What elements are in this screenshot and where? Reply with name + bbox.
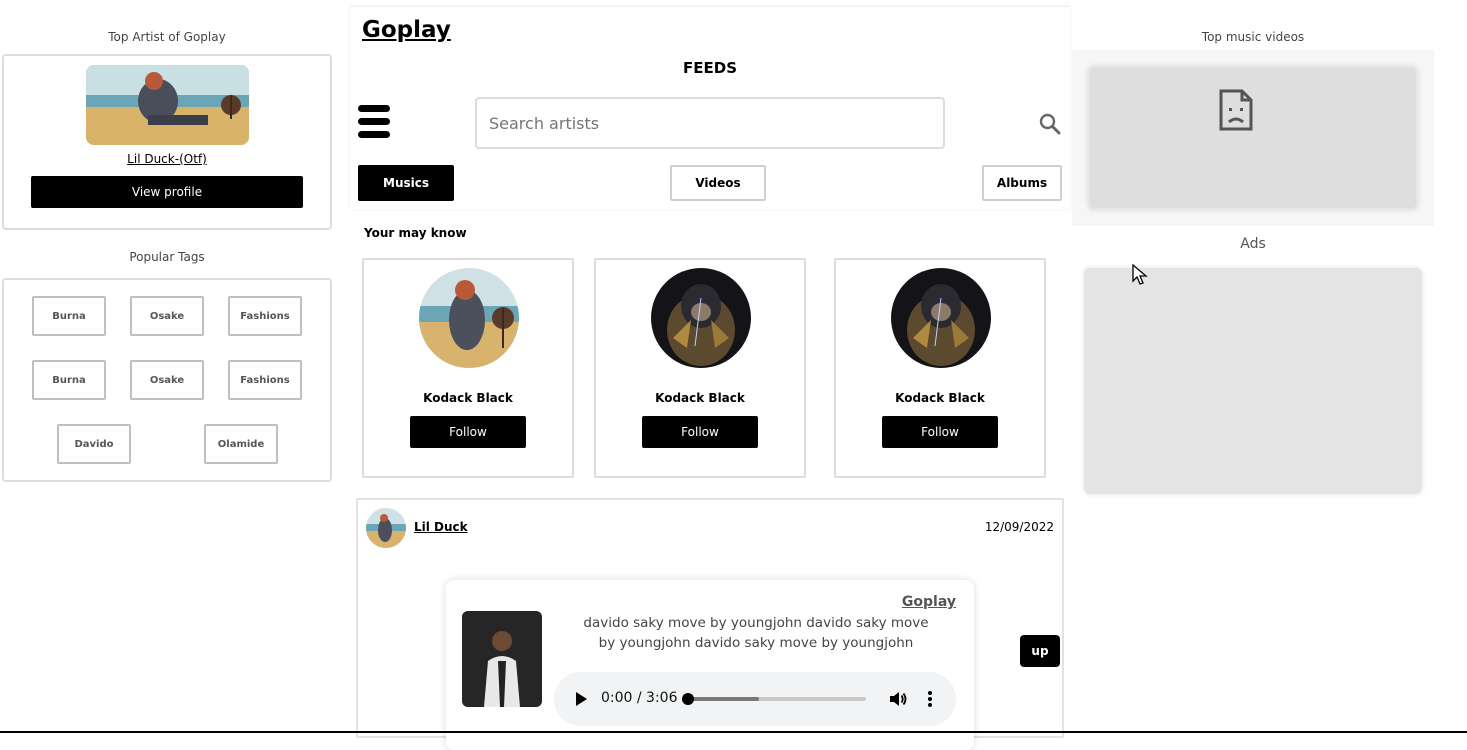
avatar — [651, 268, 751, 368]
tag-osake[interactable]: Osake — [130, 296, 204, 336]
person-name: Kodack Black — [423, 391, 513, 405]
tab-albums[interactable]: Albums — [982, 165, 1062, 201]
post-card: Lil Duck 12/09/2022 Goplay davido saky m… — [356, 498, 1064, 750]
tag-fashions[interactable]: Fashions — [228, 296, 302, 336]
post-date: 12/09/2022 — [984, 520, 1054, 534]
brand-link[interactable]: Goplay — [362, 17, 451, 43]
avatar — [419, 268, 519, 368]
top-artist-title: Top Artist of Goplay — [108, 30, 226, 44]
scroll-up-button[interactable]: up — [1020, 635, 1060, 667]
audio-player: 0:00 / 3:06 — [554, 672, 956, 726]
album-cover-image — [462, 611, 542, 707]
avatar — [891, 268, 991, 368]
track-description: davido saky move by youngjohn davido sak… — [583, 615, 929, 651]
suggestion-card: Kodack Black Follow — [834, 258, 1046, 478]
volume-icon[interactable] — [888, 689, 908, 709]
tag-davido[interactable]: Davido — [57, 424, 131, 464]
music-player-card: Goplay davido saky move by youngjohn dav… — [446, 580, 974, 750]
top-artist-image — [86, 65, 249, 145]
top-artist-name-link[interactable]: Lil Duck-(Otf) — [4, 152, 330, 166]
tab-musics[interactable]: Musics — [358, 165, 454, 201]
audio-time: 0:00 / 3:06 — [601, 690, 678, 706]
mouse-cursor-icon — [1132, 263, 1148, 286]
popular-tags-title: Popular Tags — [129, 250, 205, 264]
tag-fashions[interactable]: Fashions — [228, 360, 302, 400]
top-videos-title: Top music videos — [1201, 30, 1305, 44]
tag-burna[interactable]: Burna — [32, 296, 106, 336]
search-input[interactable] — [475, 97, 945, 149]
suggestions-title: Your may know — [364, 226, 467, 240]
tag-burna[interactable]: Burna — [32, 360, 106, 400]
follow-button[interactable]: Follow — [882, 416, 998, 448]
video-placeholder[interactable] — [1088, 66, 1418, 210]
feed-header: Goplay FEEDS Musics Videos Albums — [350, 6, 1070, 209]
avatar — [366, 508, 406, 548]
play-icon[interactable] — [574, 691, 588, 707]
post-author-link[interactable]: Lil Duck — [414, 520, 468, 534]
tab-videos[interactable]: Videos — [670, 165, 766, 201]
person-name: Kodack Black — [655, 391, 745, 405]
search-icon[interactable] — [1038, 112, 1062, 136]
audio-buffered-fill — [688, 697, 760, 701]
follow-button[interactable]: Follow — [642, 416, 758, 448]
suggestion-card: Kodack Black Follow — [594, 258, 806, 478]
hamburger-menu-icon[interactable] — [358, 105, 390, 139]
broken-page-icon — [1218, 88, 1254, 132]
feeds-title: FEEDS — [683, 59, 737, 77]
tag-osake[interactable]: Osake — [130, 360, 204, 400]
top-video-frame — [1072, 50, 1434, 226]
top-artist-card: Lil Duck-(Otf) View profile — [2, 54, 332, 230]
follow-button[interactable]: Follow — [410, 416, 526, 448]
more-options-icon[interactable] — [926, 689, 934, 709]
popular-tags-card: Burna Osake Fashions Burna Osake Fashion… — [2, 278, 332, 482]
ads-title: Ads — [1240, 236, 1266, 252]
person-name: Kodack Black — [895, 391, 985, 405]
ads-placeholder[interactable] — [1084, 268, 1422, 494]
view-profile-button[interactable]: View profile — [31, 176, 303, 208]
audio-seek-bar[interactable] — [682, 693, 866, 705]
player-brand-link[interactable]: Goplay — [902, 594, 956, 610]
tag-olamide[interactable]: Olamide — [204, 424, 278, 464]
suggestion-card: Kodack Black Follow — [362, 258, 574, 478]
seek-handle[interactable] — [682, 693, 694, 705]
